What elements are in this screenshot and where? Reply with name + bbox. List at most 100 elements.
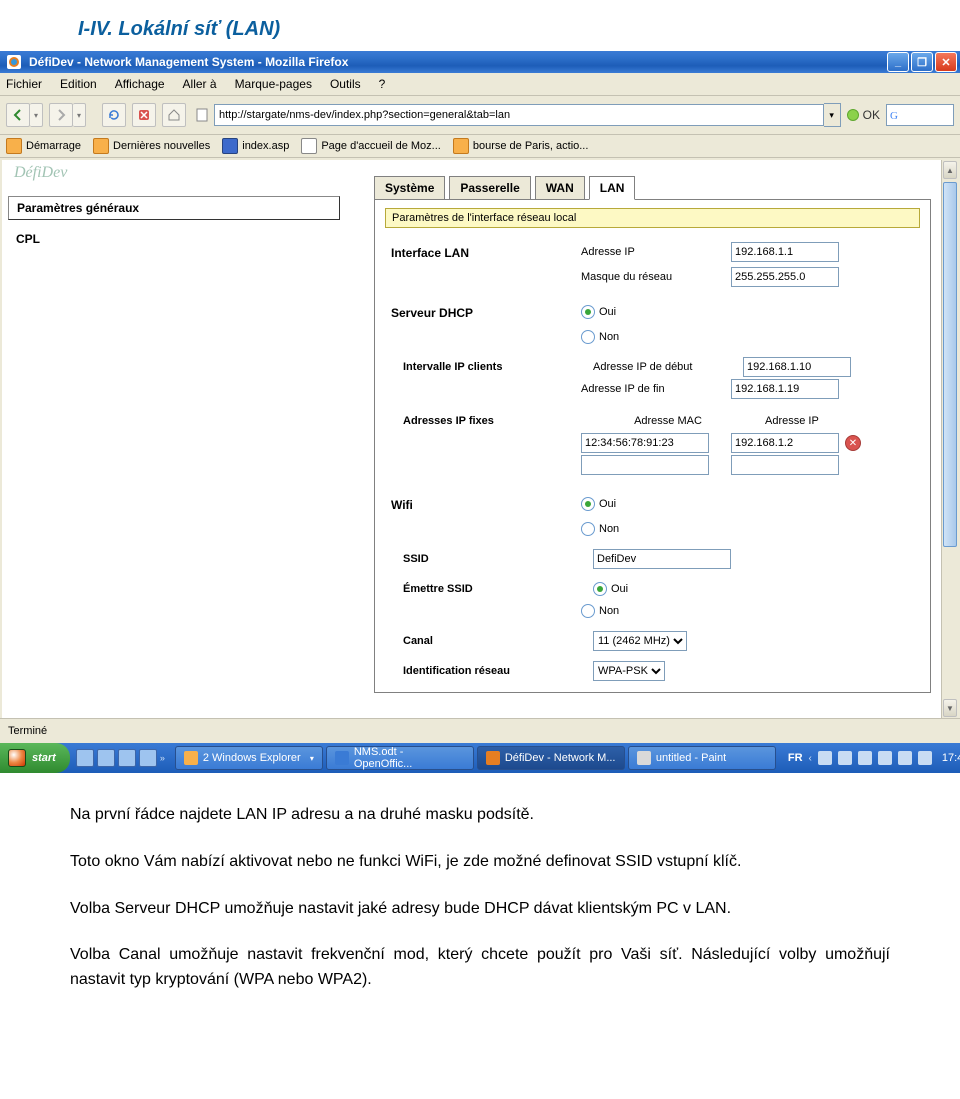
reload-button[interactable]: [102, 103, 126, 127]
nav-toolbar: ▾ ▾ ▾ OK: [0, 96, 960, 135]
search-box[interactable]: G: [886, 104, 954, 126]
lan-mask-input[interactable]: [731, 267, 839, 287]
sidebar-item-cpl[interactable]: CPL: [8, 228, 340, 250]
fixed-ip-0[interactable]: [731, 433, 839, 453]
back-button[interactable]: [6, 103, 30, 127]
bookmark-icon: [222, 138, 238, 154]
url-input[interactable]: [214, 104, 824, 126]
task-label: untitled - Paint: [656, 752, 726, 764]
dhcp-oui-label: Oui: [599, 306, 616, 318]
ssid-input[interactable]: [593, 549, 731, 569]
bookmark-icon: [301, 138, 317, 154]
emit-oui-radio[interactable]: [593, 582, 607, 596]
wifi-non-radio[interactable]: [581, 522, 595, 536]
dhcp-oui-radio[interactable]: [581, 305, 595, 319]
bookmark-icon: [93, 138, 109, 154]
forward-dropdown[interactable]: ▾: [73, 103, 86, 127]
emit-non-radio[interactable]: [581, 604, 595, 618]
bookmark-icon: [453, 138, 469, 154]
go-label: OK: [863, 108, 880, 122]
bookmark-item[interactable]: Dernières nouvelles: [93, 138, 210, 154]
url-dropdown[interactable]: ▾: [824, 103, 841, 127]
go-icon: [847, 109, 859, 121]
start-button[interactable]: start: [0, 743, 70, 773]
lang-indicator[interactable]: FR: [788, 752, 803, 764]
dhcp-non-radio[interactable]: [581, 330, 595, 344]
task-paint[interactable]: untitled - Paint: [628, 746, 776, 770]
menu-tools[interactable]: Outils: [330, 77, 361, 91]
paint-icon: [637, 751, 651, 765]
tray-icon[interactable]: [858, 751, 872, 765]
system-tray: FR ‹ 17:48: [780, 751, 960, 765]
emit-oui-label: Oui: [611, 583, 628, 595]
quick-launch-icon[interactable]: [118, 749, 136, 767]
ident-label: Identification réseau: [385, 665, 593, 677]
tray-icon[interactable]: [898, 751, 912, 765]
menu-go[interactable]: Aller à: [183, 77, 217, 91]
emit-ssid-label: Émettre SSID: [385, 583, 593, 595]
scroll-down-icon[interactable]: ▼: [943, 699, 957, 717]
dhcp-fixed-title: Adresses IP fixes: [385, 415, 593, 427]
web-content: DéfiDev Paramètres généraux CPL Système …: [2, 160, 941, 718]
menu-bookmarks[interactable]: Marque-pages: [235, 77, 312, 91]
fixed-mac-0[interactable]: [581, 433, 709, 453]
tray-icon[interactable]: [818, 751, 832, 765]
delete-row-icon[interactable]: ✕: [845, 435, 861, 451]
tab-wan[interactable]: WAN: [535, 176, 585, 200]
tab-systeme[interactable]: Système: [374, 176, 445, 200]
menu-help[interactable]: ?: [379, 77, 386, 91]
lan-ip-input[interactable]: [731, 242, 839, 262]
minimize-button[interactable]: _: [887, 52, 909, 72]
doc-heading: I-IV. Lokální síť (LAN): [0, 0, 960, 51]
dhcp-end-input[interactable]: [731, 379, 839, 399]
menu-file[interactable]: Fichier: [6, 77, 42, 91]
status-bar: Terminé: [0, 718, 960, 743]
scroll-thumb[interactable]: [943, 182, 957, 547]
quick-launch-icon[interactable]: [76, 749, 94, 767]
body-p4: Volba Canal umožňuje nastavit frekvenční…: [70, 943, 890, 993]
scroll-up-icon[interactable]: ▲: [943, 161, 957, 179]
maximize-button[interactable]: ❐: [911, 52, 933, 72]
task-explorer[interactable]: 2 Windows Explorer▾: [175, 746, 323, 770]
fixed-mac-1[interactable]: [581, 455, 709, 475]
dhcp-start-input[interactable]: [743, 357, 851, 377]
bookmark-label: Démarrage: [26, 140, 81, 152]
wifi-oui-radio[interactable]: [581, 497, 595, 511]
bookmark-item[interactable]: index.asp: [222, 138, 289, 154]
ident-select[interactable]: WPA-PSK: [593, 661, 665, 681]
quick-launch-icon[interactable]: [97, 749, 115, 767]
tray-icon[interactable]: [918, 751, 932, 765]
windows-logo-icon: [8, 749, 26, 767]
forward-button[interactable]: [49, 103, 73, 127]
vertical-scrollbar[interactable]: ▲ ▼: [941, 160, 958, 718]
tab-passerelle[interactable]: Passerelle: [449, 176, 530, 200]
lan-ip-label: Adresse IP: [581, 246, 731, 258]
tray-expand-icon[interactable]: ‹: [809, 753, 812, 764]
menu-view[interactable]: Affichage: [115, 77, 165, 91]
tab-lan[interactable]: LAN: [589, 176, 636, 200]
body-p3: Volba Serveur DHCP umožňuje nastavit jak…: [70, 897, 890, 922]
go-button[interactable]: OK: [847, 108, 880, 122]
window-title: DéfiDev - Network Management System - Mo…: [25, 55, 887, 69]
task-openoffice[interactable]: NMS.odt - OpenOffic...: [326, 746, 474, 770]
bookmark-item[interactable]: bourse de Paris, actio...: [453, 138, 589, 154]
fixed-ip-1[interactable]: [731, 455, 839, 475]
quick-launch: »: [70, 749, 171, 767]
tray-icon[interactable]: [838, 751, 852, 765]
lan-mask-label: Masque du réseau: [581, 271, 731, 283]
close-button[interactable]: ✕: [935, 52, 957, 72]
back-dropdown[interactable]: ▾: [30, 103, 43, 127]
bookmarks-toolbar: Démarrage Dernières nouvelles index.asp …: [0, 135, 960, 158]
canal-select[interactable]: 11 (2462 MHz): [593, 631, 687, 651]
menu-edit[interactable]: Edition: [60, 77, 97, 91]
stop-button[interactable]: [132, 103, 156, 127]
home-button[interactable]: [162, 103, 186, 127]
bookmark-item[interactable]: Page d'accueil de Moz...: [301, 138, 441, 154]
dhcp-title: Serveur DHCP: [385, 306, 581, 320]
quick-launch-icon[interactable]: [139, 749, 157, 767]
bookmark-label: Page d'accueil de Moz...: [321, 140, 441, 152]
bookmark-item[interactable]: Démarrage: [6, 138, 81, 154]
tray-icon[interactable]: [878, 751, 892, 765]
task-firefox[interactable]: DéfiDev - Network M...: [477, 746, 625, 770]
sidebar-item-general[interactable]: Paramètres généraux: [8, 196, 340, 220]
